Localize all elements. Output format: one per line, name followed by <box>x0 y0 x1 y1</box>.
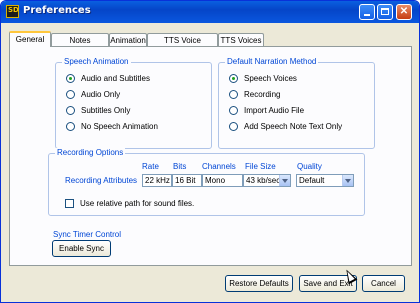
quality-header: Quality <box>297 162 322 171</box>
option-label: Import Audio File <box>244 106 305 115</box>
radio-button[interactable] <box>229 106 238 115</box>
option-label: Speech Voices <box>244 74 297 83</box>
tab-general[interactable]: General <box>9 31 51 47</box>
radio-button[interactable] <box>229 122 238 131</box>
file-size-value: 43 kb/sec <box>246 176 281 185</box>
preferences-window: SD Preferences ✕ General Notes Publishin… <box>0 0 420 303</box>
bits-header: Bits <box>173 162 187 171</box>
maximize-icon <box>381 8 389 15</box>
channels-header: Channels <box>202 162 236 171</box>
channels-field: Mono <box>202 174 243 187</box>
recording-attributes-label: Recording Attributes <box>65 176 138 185</box>
file-size-select[interactable]: 43 kb/sec <box>243 174 291 187</box>
narration-method-group: Default Narration Method Speech Voices R… <box>218 57 375 149</box>
rate-field: 22 kHz <box>142 174 172 187</box>
enable-sync-button[interactable]: Enable Sync <box>52 240 111 257</box>
window-title: Preferences <box>23 5 91 16</box>
close-button[interactable]: ✕ <box>396 4 412 20</box>
restore-defaults-button[interactable]: Restore Defaults <box>225 275 293 292</box>
speech-animation-legend: Speech Animation <box>62 57 131 66</box>
speech-animation-group: Speech Animation Audio and Subtitles Aud… <box>55 57 212 149</box>
chevron-down-icon[interactable] <box>342 175 353 186</box>
cancel-button[interactable]: Cancel <box>362 275 405 292</box>
minimize-icon <box>364 14 370 16</box>
radio-button[interactable] <box>66 74 75 83</box>
narration-method-legend: Default Narration Method <box>225 57 319 66</box>
relative-path-checkbox[interactable] <box>65 199 74 208</box>
option-label: Audio Only <box>81 90 121 99</box>
radio-button[interactable] <box>229 90 238 99</box>
sync-timer-label: Sync Timer Control <box>53 230 122 239</box>
option-label: Add Speech Note Text Only <box>244 122 343 131</box>
radio-button[interactable] <box>66 122 75 131</box>
file-size-header: File Size <box>245 162 276 171</box>
radio-button[interactable] <box>66 106 75 115</box>
bits-field: 16 Bit <box>172 174 202 187</box>
quality-select[interactable]: Default <box>296 174 354 187</box>
recording-options-legend: Recording Options <box>55 148 126 157</box>
maximize-button[interactable] <box>377 4 393 20</box>
option-label: Subtitles Only <box>81 106 131 115</box>
tab-notes-publishing[interactable]: Notes Publishing <box>51 33 109 58</box>
title-bar[interactable]: SD Preferences ✕ <box>1 1 419 23</box>
quality-value: Default <box>299 176 325 185</box>
minimize-button[interactable] <box>359 4 375 20</box>
relative-path-label: Use relative path for sound files. <box>80 199 195 208</box>
close-icon: ✕ <box>399 6 409 17</box>
radio-button[interactable] <box>66 90 75 99</box>
chevron-down-icon[interactable] <box>279 175 290 186</box>
tab-tts-voice-schemes[interactable]: TTS Voice Schemes <box>147 33 218 58</box>
recording-options-group: Recording Options Rate Bits Channels Fil… <box>48 148 365 216</box>
option-label: No Speech Animation <box>81 122 158 131</box>
radio-button[interactable] <box>229 74 238 83</box>
option-label: Recording <box>244 90 281 99</box>
tab-tts-voices[interactable]: TTS Voices <box>218 33 264 46</box>
tab-animation[interactable]: Animation <box>109 33 147 46</box>
rate-header: Rate <box>142 162 159 171</box>
app-logo-icon: SD <box>6 5 19 18</box>
option-label: Audio and Subtitles <box>81 74 150 83</box>
general-panel: Speech Animation Audio and Subtitles Aud… <box>9 46 412 266</box>
